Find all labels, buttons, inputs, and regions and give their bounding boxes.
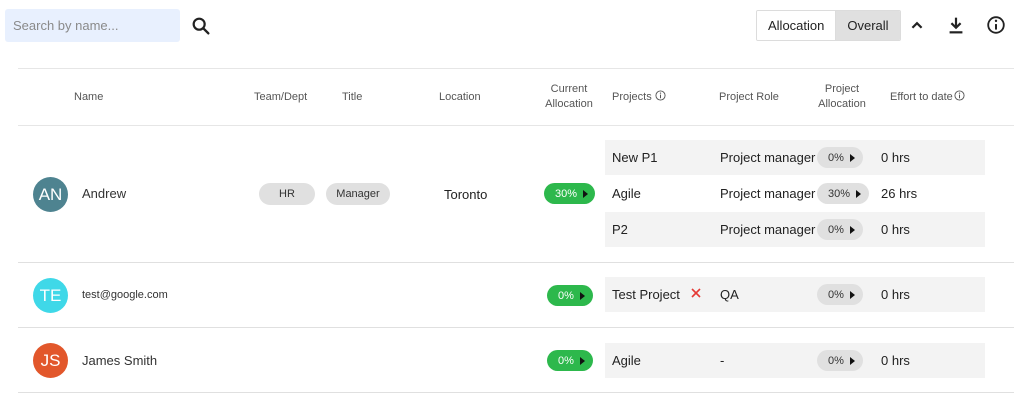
location-text: Toronto <box>444 187 488 202</box>
current-allocation-pill[interactable]: 0% <box>547 285 593 306</box>
project-name: Test Project <box>612 287 680 302</box>
project-allocation-value: 0% <box>828 223 844 236</box>
column-current-allocation-line2: Allocation <box>545 98 593 110</box>
project-allocation-value: 0% <box>828 354 844 367</box>
project-allocation-pill[interactable]: 0% <box>817 147 863 168</box>
current-allocation-value: 30% <box>555 187 578 200</box>
project-allocation-value: 0% <box>828 151 844 164</box>
info-icon[interactable] <box>954 90 965 101</box>
current-allocation-pill[interactable]: 30% <box>544 183 595 204</box>
project-row[interactable]: Agile Project manager 30% 26 hrs <box>605 176 985 211</box>
toolbar: Allocation Overall <box>0 0 1024 50</box>
project-allocation-pill[interactable]: 0% <box>817 284 863 305</box>
column-team[interactable]: Team/Dept <box>254 90 307 105</box>
project-allocation-pill[interactable]: 0% <box>817 219 863 240</box>
column-project-role[interactable]: Project Role <box>719 90 779 105</box>
project-role: QA <box>720 287 739 302</box>
user-name: test@google.com <box>82 289 168 301</box>
avatar: JS <box>33 343 68 378</box>
user-name: James Smith <box>82 353 158 368</box>
project-row[interactable]: New P1 Project manager 0% 0 hrs <box>605 140 985 175</box>
column-current-allocation-line1: Current <box>550 83 588 95</box>
project-allocation-pill[interactable]: 0% <box>817 350 863 371</box>
play-arrow-icon <box>583 189 589 198</box>
play-arrow-icon <box>579 291 585 300</box>
project-name: New P1 <box>612 150 658 165</box>
table-row[interactable]: JS James Smith 0% Agile - 0% 0 hrs <box>18 328 1014 393</box>
current-allocation-pill[interactable]: 0% <box>547 350 593 371</box>
download-icon[interactable] <box>945 14 967 36</box>
play-arrow-icon <box>849 356 855 365</box>
project-role: - <box>720 353 725 368</box>
team-chip: HR <box>259 183 315 205</box>
current-allocation-value: 0% <box>558 289 574 302</box>
column-projects-label: Projects <box>612 91 652 103</box>
column-project-allocation-line2: Allocation <box>818 98 866 110</box>
project-allocation-value: 30% <box>828 187 851 200</box>
current-allocation-value: 0% <box>558 354 574 367</box>
project-role: Project manager <box>720 222 816 237</box>
avatar: TE <box>33 278 68 313</box>
user-name: Andrew <box>82 186 127 201</box>
search-input[interactable] <box>5 9 180 42</box>
project-role: Project manager <box>720 186 816 201</box>
column-title[interactable]: Title <box>342 90 362 105</box>
chevron-up-icon[interactable] <box>906 14 928 36</box>
effort-value: 26 hrs <box>881 186 918 201</box>
effort-value: 0 hrs <box>881 353 910 368</box>
play-arrow-icon <box>849 290 855 299</box>
column-current-allocation[interactable]: Current Allocation <box>543 82 595 112</box>
column-project-allocation[interactable]: Project Allocation <box>815 82 869 112</box>
project-role: Project manager <box>720 150 816 165</box>
column-location[interactable]: Location <box>439 90 481 105</box>
table-row[interactable]: TE test@google.com 0% Test Project QA 0%… <box>18 263 1014 328</box>
project-row[interactable]: Test Project QA 0% 0 hrs <box>605 277 985 312</box>
info-icon[interactable] <box>655 90 666 101</box>
avatar: AN <box>33 177 68 212</box>
project-allocation-value: 0% <box>828 288 844 301</box>
toggle-allocation[interactable]: Allocation <box>757 11 836 40</box>
search-icon[interactable] <box>190 15 212 37</box>
project-name: Agile <box>612 186 641 201</box>
play-arrow-icon <box>579 356 585 365</box>
effort-value: 0 hrs <box>881 287 910 302</box>
title-chip: Manager <box>326 183 390 205</box>
column-projects[interactable]: Projects <box>612 90 666 105</box>
column-name[interactable]: Name <box>74 90 103 105</box>
play-arrow-icon <box>849 225 855 234</box>
effort-value: 0 hrs <box>881 222 910 237</box>
column-effort[interactable]: Effort to date <box>890 90 965 105</box>
play-arrow-icon <box>849 153 855 162</box>
table-row[interactable]: AN Andrew HR Manager Toronto 30% New P1 … <box>18 126 1014 263</box>
play-arrow-icon <box>856 189 862 198</box>
column-project-allocation-line1: Project <box>824 83 860 95</box>
view-toggle: Allocation Overall <box>756 10 901 41</box>
project-name: P2 <box>612 222 628 237</box>
project-allocation-pill[interactable]: 30% <box>817 183 870 204</box>
column-effort-label: Effort to date <box>890 91 953 103</box>
effort-value: 0 hrs <box>881 150 910 165</box>
project-name: Agile <box>612 353 641 368</box>
remove-project-icon[interactable] <box>689 286 703 300</box>
project-row[interactable]: P2 Project manager 0% 0 hrs <box>605 212 985 247</box>
table-header: Name Team/Dept Title Location Current Al… <box>18 68 1014 126</box>
toggle-overall[interactable]: Overall <box>835 11 900 40</box>
info-icon[interactable] <box>985 14 1007 36</box>
project-row[interactable]: Agile - 0% 0 hrs <box>605 343 985 378</box>
